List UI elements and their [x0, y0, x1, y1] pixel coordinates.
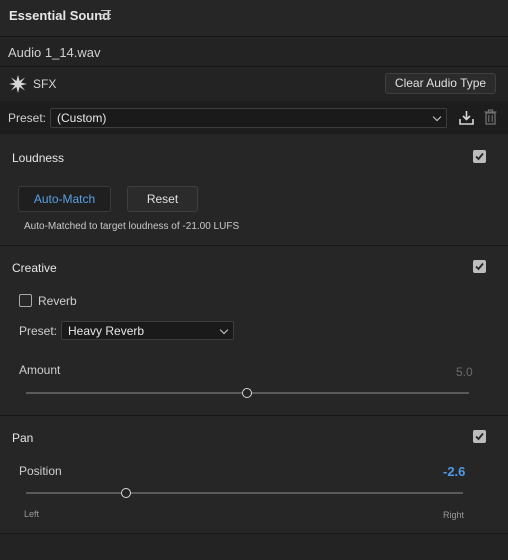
auto-match-button[interactable]: Auto-Match — [18, 186, 111, 212]
audio-type-label: SFX — [33, 77, 57, 91]
clear-audio-type-button[interactable]: Clear Audio Type — [385, 73, 496, 94]
pan-slider-thumb[interactable] — [121, 488, 131, 498]
reverb-checkbox[interactable] — [19, 294, 32, 307]
pan-title: Pan — [12, 431, 34, 445]
trash-icon[interactable] — [484, 109, 497, 125]
loudness-enable-checkbox[interactable] — [473, 150, 486, 163]
preset-label: Preset: — [8, 111, 47, 125]
divider — [0, 533, 508, 534]
amount-label: Amount — [19, 363, 61, 377]
amount-slider-thumb[interactable] — [242, 388, 252, 398]
divider — [0, 36, 508, 37]
preset-value: (Custom) — [57, 111, 107, 125]
creative-title: Creative — [12, 261, 57, 275]
hamburger-icon[interactable] — [101, 10, 111, 20]
clip-filename: Audio 1_14.wav — [8, 45, 101, 60]
reverb-preset-dropdown[interactable]: Heavy Reverb — [61, 321, 234, 340]
loudness-title: Loudness — [12, 151, 65, 165]
reverb-label: Reverb — [38, 294, 77, 308]
pan-enable-checkbox[interactable] — [473, 430, 486, 443]
loudness-status: Auto-Matched to target loudness of -21.0… — [24, 221, 240, 232]
preset-dropdown[interactable]: (Custom) — [50, 108, 447, 128]
pan-right-label: Right — [443, 510, 465, 520]
reverb-preset-label: Preset: — [19, 324, 58, 338]
divider — [0, 66, 508, 67]
chevron-down-icon — [432, 112, 442, 122]
position-value[interactable]: -2.6 — [443, 464, 465, 479]
chevron-down-icon — [219, 325, 229, 335]
pan-section — [0, 416, 508, 533]
reset-button[interactable]: Reset — [127, 186, 198, 212]
save-preset-icon[interactable] — [459, 110, 474, 125]
sfx-burst-icon — [9, 75, 27, 93]
pan-left-label: Left — [24, 509, 40, 519]
pan-slider-track[interactable] — [26, 492, 463, 494]
reverb-preset-value: Heavy Reverb — [68, 324, 145, 338]
position-label: Position — [19, 464, 62, 478]
amount-value: 5.0 — [456, 365, 473, 379]
creative-enable-checkbox[interactable] — [473, 260, 486, 273]
panel-title: Essential Sound — [9, 8, 111, 23]
